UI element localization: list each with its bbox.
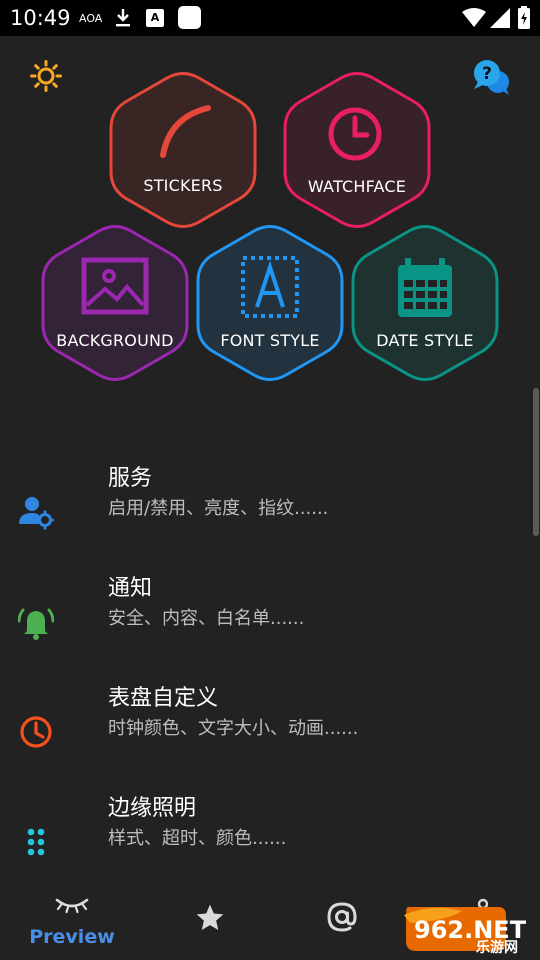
tile-label: DATE STYLE	[376, 331, 474, 350]
status-bar: 10:49 AOA A	[0, 0, 540, 36]
menu-subtitle: 样式、超时、颜色......	[108, 828, 287, 849]
menu-subtitle: 时钟颜色、文字大小、动画......	[108, 718, 359, 739]
signal-icon	[490, 8, 510, 28]
star-icon	[196, 904, 224, 930]
svg-text:?: ?	[482, 64, 492, 84]
menu-title: 通知	[108, 576, 153, 601]
battery-icon	[518, 6, 530, 29]
menu-item-notifications[interactable]: 通知 安全、内容、白名单......	[0, 570, 540, 666]
nav-favorites[interactable]	[180, 884, 240, 960]
help-chat-icon[interactable]: ?	[472, 58, 512, 96]
sticker-arc-icon	[160, 105, 211, 158]
menu-subtitle: 启用/禁用、亮度、指纹......	[108, 498, 329, 519]
clock-icon	[20, 716, 52, 748]
tile-label: FONT STYLE	[220, 331, 320, 350]
tile-date-style[interactable]: DATE STYLE	[350, 222, 500, 384]
dots-grid-icon	[27, 828, 45, 856]
font-style-icon	[241, 256, 299, 318]
menu-title: 表盘自定义	[108, 686, 219, 711]
status-time: 10:49	[10, 6, 71, 30]
at-sign-icon	[327, 902, 357, 932]
watermark-sub-text: 乐游网	[476, 939, 518, 955]
menu-item-edge-lighting[interactable]: 边缘照明 样式、超时、颜色......	[0, 790, 540, 886]
sun-icon[interactable]	[30, 60, 62, 92]
eye-closed-icon	[55, 898, 89, 914]
status-aoa-label: AOA	[79, 12, 103, 25]
tile-label: STICKERS	[143, 176, 223, 195]
calendar-icon	[398, 258, 452, 317]
tile-stickers[interactable]: STICKERS	[108, 69, 258, 231]
nav-contact[interactable]	[312, 884, 372, 960]
download-icon	[116, 9, 130, 27]
image-icon	[81, 257, 149, 315]
tile-font-style[interactable]: FONT STYLE	[195, 222, 345, 384]
bell-ringing-icon	[18, 608, 54, 640]
menu-title: 边缘照明	[108, 796, 197, 821]
wifi-icon	[462, 8, 486, 27]
nav-preview-label: Preview	[29, 926, 115, 948]
nav-preview[interactable]: Preview	[22, 884, 122, 960]
tile-watchface[interactable]: WATCHFACE	[282, 69, 432, 231]
status-square-icon	[178, 6, 201, 29]
menu-subtitle: 安全、内容、白名单......	[108, 608, 305, 629]
menu-item-clock-custom[interactable]: 表盘自定义 时钟颜色、文字大小、动画......	[0, 680, 540, 776]
watch-clock-icon	[328, 107, 382, 161]
tile-label: BACKGROUND	[56, 331, 174, 350]
tile-background[interactable]: BACKGROUND	[40, 222, 190, 384]
status-a-badge: A	[146, 9, 164, 27]
watermark-logo: 962.NET 乐游网	[404, 907, 527, 955]
user-settings-icon	[19, 497, 54, 530]
menu-item-services[interactable]: 服务 启用/禁用、亮度、指纹......	[0, 460, 540, 556]
menu-title: 服务	[108, 466, 153, 491]
tile-label: WATCHFACE	[307, 177, 407, 196]
